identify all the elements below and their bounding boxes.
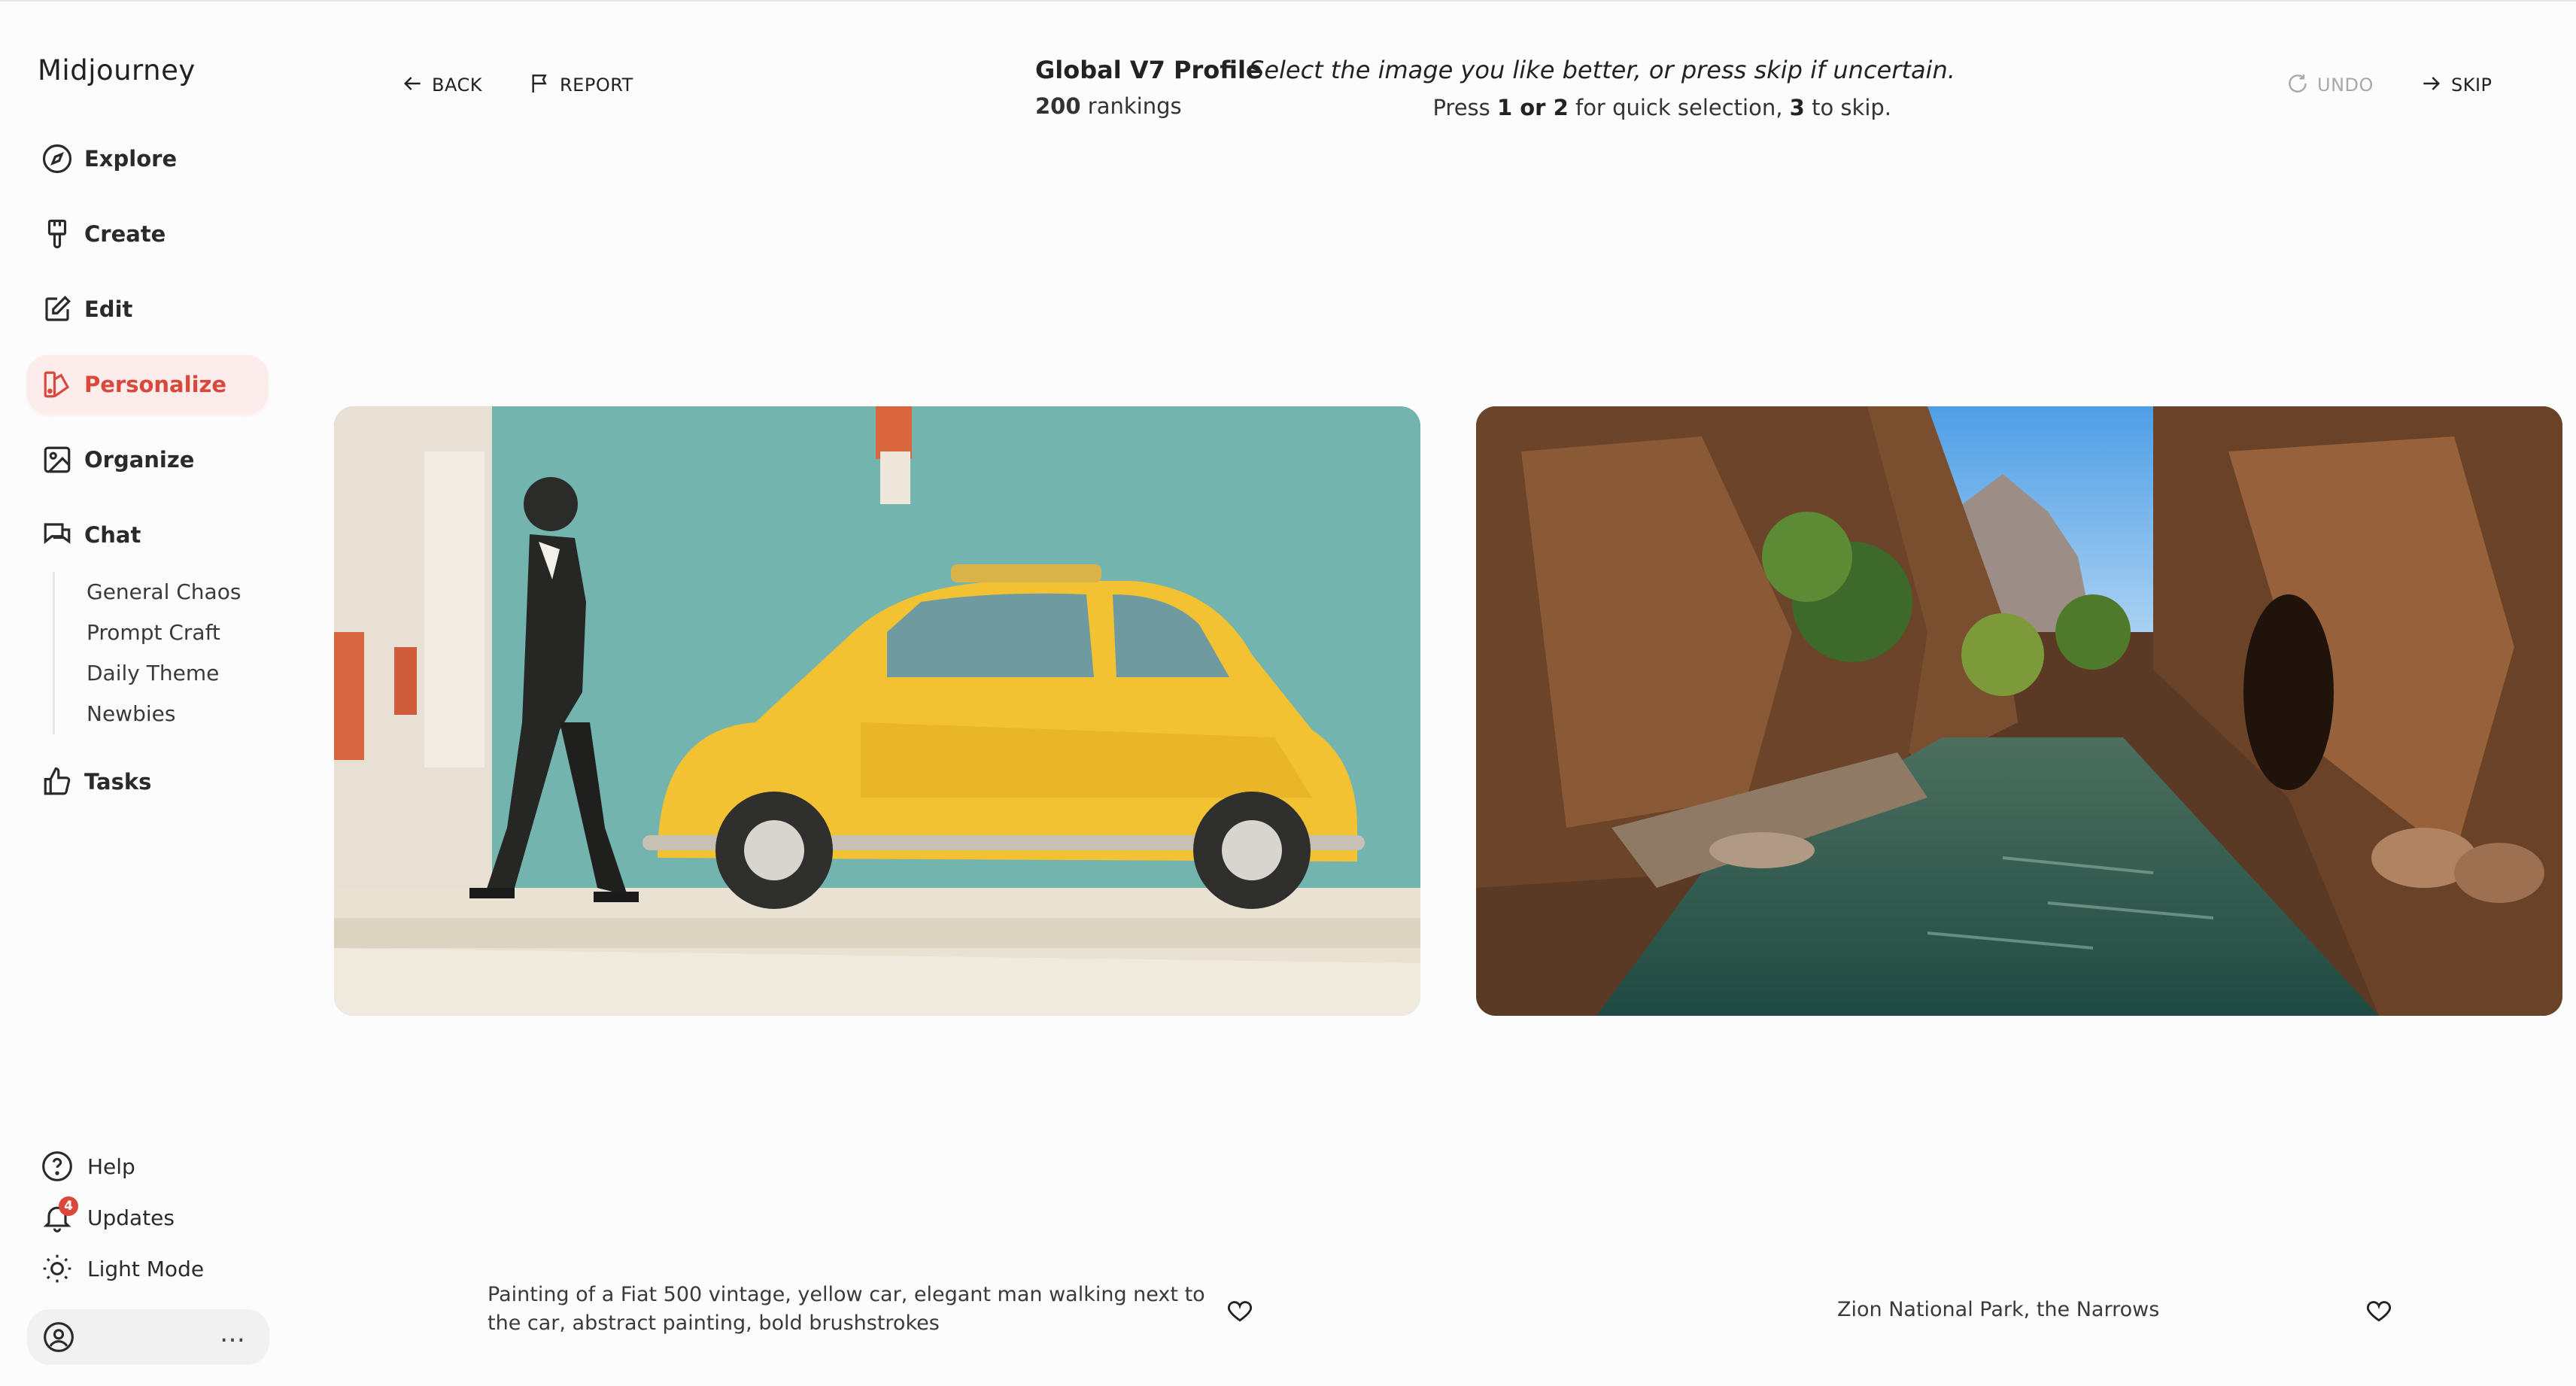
chat-icon xyxy=(41,518,74,552)
nav-personalize[interactable]: Personalize xyxy=(27,355,268,414)
theme-label: Light Mode xyxy=(87,1256,205,1281)
nav-label: Chat xyxy=(84,522,141,548)
arrow-right-icon xyxy=(2420,71,2444,99)
back-button[interactable]: BACK xyxy=(400,71,482,99)
chat-room-list: General Chaos Prompt Craft Daily Theme N… xyxy=(53,572,241,734)
favorite-heart-icon-1[interactable] xyxy=(1223,1294,1256,1327)
nav-organize[interactable]: Organize xyxy=(27,430,268,489)
help-icon xyxy=(39,1148,75,1184)
nav-label: Edit xyxy=(84,296,133,322)
top-border xyxy=(0,0,2576,2)
nav-explore[interactable]: Explore xyxy=(27,129,268,188)
updates-label: Updates xyxy=(87,1205,175,1230)
favorite-heart-icon-2[interactable] xyxy=(2362,1294,2395,1327)
hint-keys: 1 or 2 xyxy=(1496,95,1569,120)
skip-label: SKIP xyxy=(2451,74,2492,96)
report-label: REPORT xyxy=(560,74,633,96)
skip-button[interactable]: SKIP xyxy=(2420,71,2492,99)
hint-end: to skip. xyxy=(1812,95,1891,120)
undo-button[interactable]: UNDO xyxy=(2286,71,2374,99)
flag-icon xyxy=(528,71,552,99)
image-icon xyxy=(41,443,74,476)
canyon-river-image xyxy=(1476,406,2562,1016)
updates-link[interactable]: 4 Updates xyxy=(39,1195,175,1240)
option-image-1[interactable] xyxy=(334,406,1420,1016)
instruction-text: Select the image you like better, or pre… xyxy=(1249,56,1955,84)
car-painting-image xyxy=(334,406,1420,1016)
option-1-caption: Painting of a Fiat 500 vintage, yellow c… xyxy=(488,1283,1205,1335)
help-link[interactable]: Help xyxy=(39,1144,135,1189)
back-label: BACK xyxy=(432,74,482,96)
paintbrush-icon xyxy=(41,217,74,251)
nav-tasks[interactable]: Tasks xyxy=(27,752,268,811)
hint-mid: for quick selection, xyxy=(1575,95,1783,120)
app-logo[interactable]: Midjourney xyxy=(38,54,196,87)
chat-room-general-chaos[interactable]: General Chaos xyxy=(87,572,241,612)
hint-skip-key: 3 xyxy=(1789,95,1805,120)
nav-label: Explore xyxy=(84,146,178,172)
nav-label: Organize xyxy=(84,447,195,473)
undo-label: UNDO xyxy=(2317,74,2374,96)
user-circle-icon[interactable] xyxy=(41,1319,77,1355)
more-options-button[interactable]: … xyxy=(220,1321,247,1346)
chat-room-prompt-craft[interactable]: Prompt Craft xyxy=(87,612,241,653)
profile-title: Global V7 Profile xyxy=(1035,56,1262,84)
theme-toggle[interactable]: Light Mode xyxy=(39,1246,204,1291)
sun-icon xyxy=(39,1251,75,1287)
nav-chat[interactable]: Chat xyxy=(27,506,268,564)
account-bar[interactable]: … xyxy=(27,1309,269,1365)
report-button[interactable]: REPORT xyxy=(528,71,633,99)
nav-label: Create xyxy=(84,221,166,247)
option-image-2[interactable] xyxy=(1476,406,2562,1016)
help-label: Help xyxy=(87,1153,135,1179)
rankings-count: 200 rankings xyxy=(1035,93,1182,119)
chat-room-daily-theme[interactable]: Daily Theme xyxy=(87,653,241,694)
compass-icon xyxy=(41,142,74,175)
rankings-label: rankings xyxy=(1087,93,1182,119)
bell-icon: 4 xyxy=(39,1196,78,1236)
hint-press: Press xyxy=(1432,95,1490,120)
undo-icon xyxy=(2286,71,2310,99)
chat-room-newbies[interactable]: Newbies xyxy=(87,694,241,734)
nav-label: Personalize xyxy=(84,372,227,397)
option-2-caption: Zion National Park, the Narrows xyxy=(1837,1298,2160,1321)
rankings-number: 200 xyxy=(1035,93,1081,119)
sidebar: Midjourney Explore Create Edit Personali… xyxy=(0,0,301,1386)
edit-icon xyxy=(41,293,74,326)
nav-edit[interactable]: Edit xyxy=(27,280,268,339)
thumbs-up-icon xyxy=(41,765,74,798)
personalize-icon xyxy=(41,368,74,401)
keyboard-hint: Press 1 or 2 for quick selection, 3 to s… xyxy=(1432,95,1891,120)
updates-badge: 4 xyxy=(59,1196,78,1216)
nav-create[interactable]: Create xyxy=(27,205,268,263)
nav-label: Tasks xyxy=(84,769,152,795)
arrow-left-icon xyxy=(400,71,424,99)
